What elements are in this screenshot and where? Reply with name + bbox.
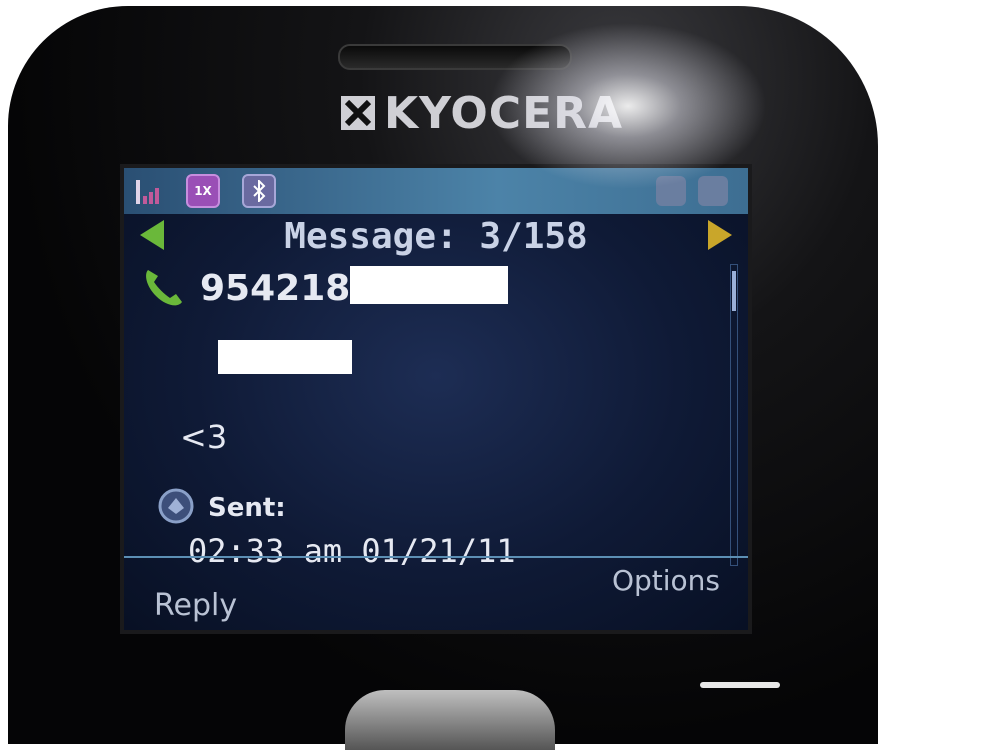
phone-handset-icon [140,264,188,312]
earpiece-speaker [338,44,572,70]
redacted-name-block [218,340,352,374]
message-title: Message: 3/158 [284,215,588,257]
alarm-icon [656,176,686,206]
sender-phone-number: 954218 [200,267,351,309]
battery-icon [698,176,728,206]
sent-status-icon [158,488,194,528]
brand-logo: KYOCERA [338,87,624,139]
reply-softkey[interactable]: Reply [154,588,237,623]
end-key[interactable] [700,682,780,688]
bluetooth-icon [242,174,276,208]
status-bar: 1X [124,168,748,214]
phone-body: KYOCERA 1X Message: 3/158 954218 <3 Sent… [8,6,878,744]
brand-name: KYOCERA [384,87,624,139]
scroll-thumb[interactable] [732,271,736,311]
phone-screen: 1X Message: 3/158 954218 <3 Sent: 02:33 … [120,164,752,634]
softkey-bar: Reply Options [124,556,748,628]
signal-strength-icon [134,176,164,206]
message-body: <3 [180,418,228,456]
scrollbar[interactable] [730,264,738,566]
navigation-key[interactable] [345,690,555,750]
kyocera-logo-icon [338,93,378,133]
sent-row: Sent: [158,488,286,528]
next-message-arrow-icon[interactable] [708,220,732,250]
status-right-icons [656,176,748,206]
1x-network-icon: 1X [186,174,220,208]
sender-row: 954218 [140,264,350,312]
redacted-number-block [350,266,508,304]
sent-label: Sent: [208,493,286,523]
options-softkey[interactable]: Options [612,564,720,597]
